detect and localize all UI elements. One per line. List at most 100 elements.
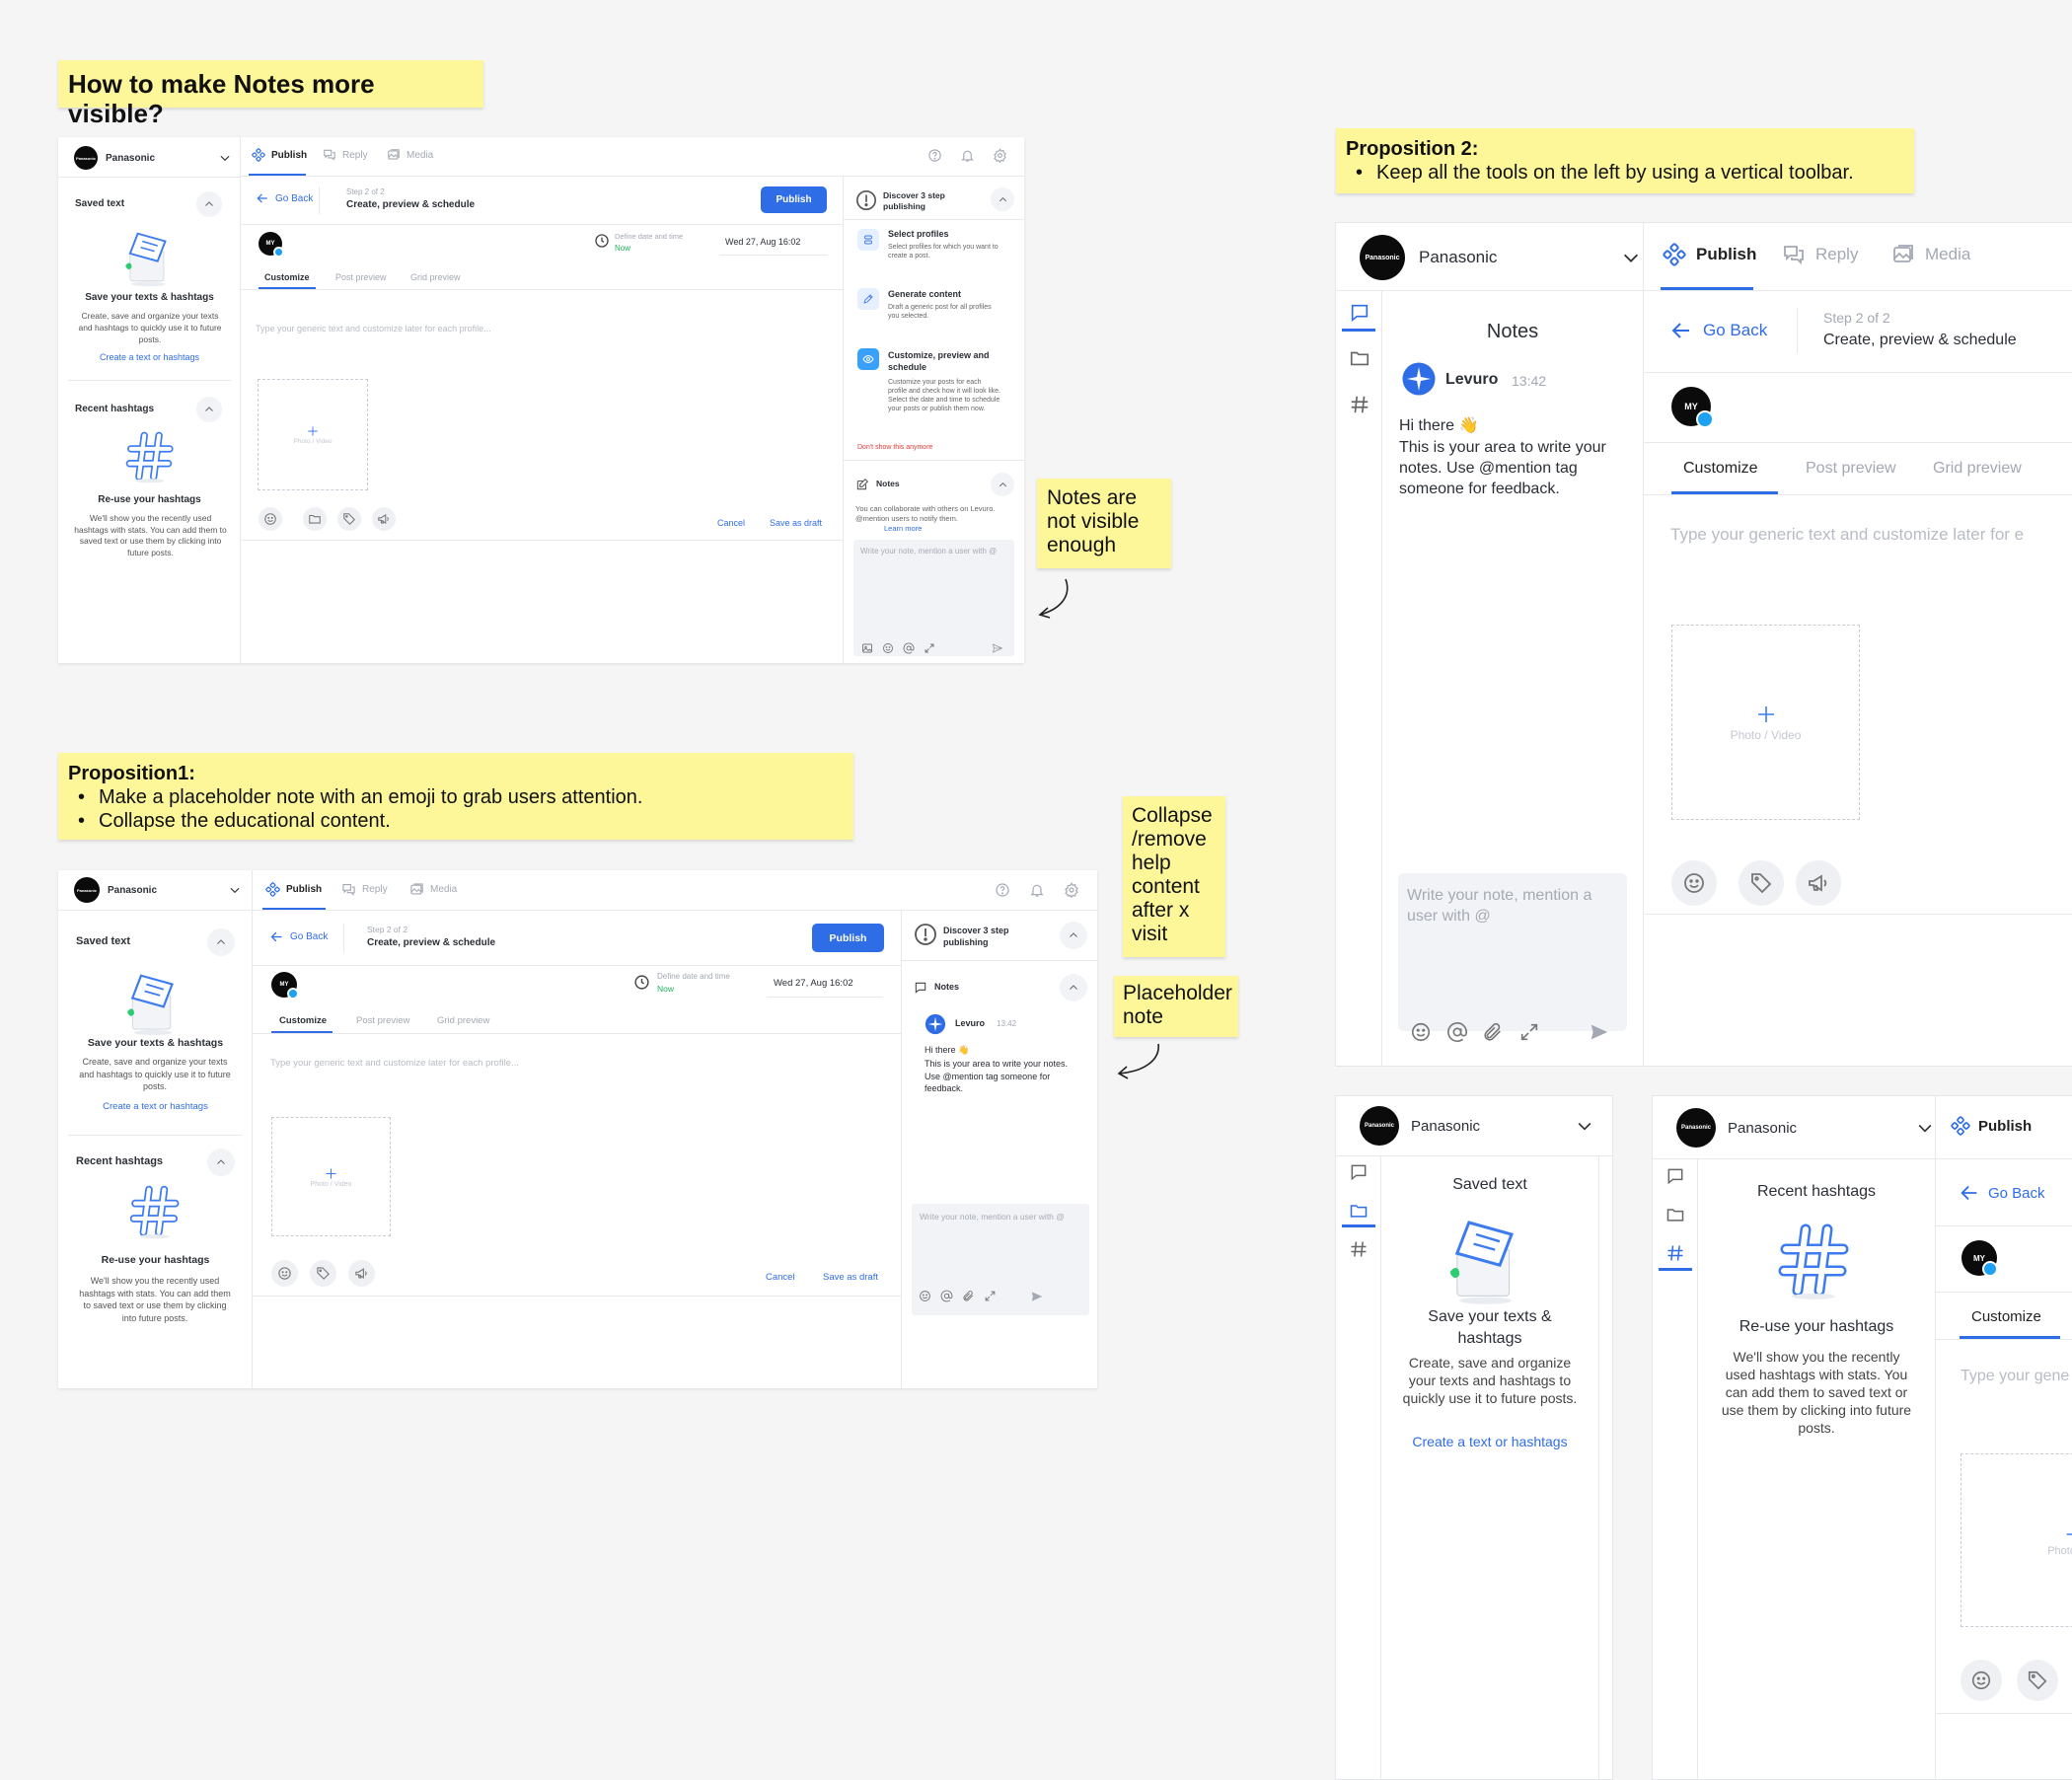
tab-customize[interactable]: Customize (264, 272, 310, 282)
save-draft-button[interactable]: Save as draft (823, 1272, 878, 1283)
tab-publish[interactable]: Publish (265, 882, 322, 897)
gear-icon[interactable] (1064, 882, 1079, 898)
post-text-input[interactable]: Type your gene (1961, 1368, 2069, 1385)
tab-post-preview[interactable]: Post preview (335, 272, 387, 282)
tab-reply[interactable]: Reply (341, 882, 388, 897)
expand-icon[interactable] (924, 642, 935, 654)
photo-video-dropzone[interactable]: Photo / Video (258, 379, 368, 490)
saved-text-button[interactable] (303, 507, 327, 531)
go-back-link[interactable]: Go Back (256, 191, 313, 205)
smile-icon[interactable] (882, 642, 894, 654)
send-icon[interactable] (1030, 1290, 1044, 1303)
at-icon[interactable] (903, 642, 915, 654)
send-icon[interactable] (1589, 1021, 1610, 1043)
save-draft-button[interactable]: Save as draft (770, 518, 822, 528)
announcement-button[interactable] (1796, 860, 1841, 906)
post-text-input[interactable]: Type your generic text and customize lat… (270, 1058, 519, 1069)
go-back-link[interactable]: Go Back (269, 929, 328, 944)
paperclip-icon[interactable] (962, 1290, 975, 1302)
announcement-button[interactable] (348, 1260, 375, 1287)
at-icon[interactable] (940, 1290, 953, 1302)
brand-selector[interactable]: Panasonic Panasonic (1676, 1104, 1935, 1151)
tab-post-preview[interactable]: Post preview (1806, 460, 1896, 478)
notes-chat-icon[interactable] (1349, 302, 1370, 324)
emoji-button[interactable] (1961, 1660, 2002, 1701)
collapse-notes-button[interactable] (1060, 974, 1087, 1001)
collapse-notes-button[interactable] (991, 473, 1014, 496)
tab-reply[interactable]: Reply (323, 148, 368, 162)
image-icon[interactable] (861, 642, 873, 654)
tab-media[interactable]: Media (387, 148, 433, 162)
tab-publish[interactable]: Publish (252, 148, 307, 162)
brand-selector[interactable]: Panasonic Panasonic (74, 143, 232, 173)
at-icon[interactable] (1446, 1021, 1468, 1043)
post-text-input[interactable]: Type your generic text and customize lat… (256, 324, 491, 334)
expand-icon[interactable] (1518, 1021, 1540, 1043)
smile-icon[interactable] (919, 1290, 931, 1302)
tag-button[interactable] (2017, 1660, 2058, 1701)
tab-grid-preview[interactable]: Grid preview (410, 272, 461, 282)
tab-grid-preview[interactable]: Grid preview (437, 1015, 489, 1026)
gear-icon[interactable] (993, 148, 1007, 163)
tab-media[interactable]: Media (1891, 243, 1970, 266)
publish-button[interactable]: Publish (761, 186, 827, 213)
publish-button[interactable]: Publish (812, 924, 884, 952)
collapse-saved-text-button[interactable] (207, 928, 235, 956)
collapse-discover-button[interactable] (991, 187, 1014, 211)
tab-customize[interactable]: Customize (279, 1015, 327, 1026)
tab-customize[interactable]: Customize (1971, 1308, 2041, 1325)
tab-publish[interactable]: Publish (1663, 243, 1756, 266)
note-input[interactable]: Write your note, mention a user with @ (912, 1204, 1089, 1315)
announcement-button[interactable] (372, 507, 396, 531)
bell-icon[interactable] (1029, 882, 1045, 898)
photo-video-dropzone[interactable]: Photo / Video (271, 1117, 391, 1236)
tag-button[interactable] (337, 507, 361, 531)
date-value[interactable]: Wed 27, Aug 16:02 (774, 978, 853, 989)
tab-reply[interactable]: Reply (1782, 243, 1858, 266)
note-input[interactable]: Write your note, mention a user with @ (1398, 873, 1627, 1031)
hashtag-icon[interactable] (1665, 1243, 1685, 1263)
collapse-saved-text-button[interactable] (196, 191, 222, 217)
help-icon[interactable] (995, 882, 1010, 898)
create-text-link[interactable]: Create a text or hashtags (68, 1101, 243, 1112)
help-icon[interactable] (927, 148, 942, 163)
photo-video-dropzone[interactable]: Photo / Vid (1961, 1453, 2072, 1627)
tab-media[interactable]: Media (409, 882, 457, 897)
dont-show-link[interactable]: Don't show this anymore (857, 444, 932, 451)
emoji-button[interactable] (271, 1260, 298, 1287)
bell-icon[interactable] (960, 148, 975, 163)
smile-icon[interactable] (1410, 1021, 1432, 1043)
learn-more-link[interactable]: Learn more (884, 524, 922, 533)
tab-grid-preview[interactable]: Grid preview (1933, 460, 2022, 478)
create-text-link[interactable]: Create a text or hashtags (68, 352, 231, 362)
brand-selector[interactable]: Panasonic Panasonic (74, 875, 242, 905)
brand-selector[interactable]: Panasonic Panasonic (1360, 231, 1642, 284)
folder-icon[interactable] (1349, 1201, 1369, 1221)
tab-publish[interactable]: Publish (1951, 1116, 2032, 1136)
brand-selector[interactable]: Panasonic Panasonic (1360, 1102, 1594, 1150)
note-input[interactable]: Write your note, mention a user with @ (853, 540, 1014, 656)
expand-icon[interactable] (984, 1290, 997, 1302)
date-value[interactable]: Wed 27, Aug 16:02 (725, 237, 800, 247)
folder-icon[interactable] (1665, 1205, 1685, 1224)
create-text-link[interactable]: Create a text or hashtags (1381, 1434, 1598, 1449)
notes-chat-icon[interactable] (1665, 1166, 1685, 1186)
folder-icon[interactable] (1349, 347, 1370, 369)
expand-discover-button[interactable] (1060, 922, 1087, 949)
go-back-link[interactable]: Go Back (1669, 319, 1767, 342)
tag-button[interactable] (310, 1260, 336, 1287)
tab-post-preview[interactable]: Post preview (356, 1015, 409, 1026)
paperclip-icon[interactable] (1482, 1021, 1504, 1043)
notes-chat-icon[interactable] (1349, 1162, 1369, 1182)
cancel-button[interactable]: Cancel (766, 1272, 795, 1283)
hashtag-icon[interactable] (1349, 394, 1370, 415)
tab-customize[interactable]: Customize (1683, 460, 1758, 478)
tag-button[interactable] (1739, 860, 1784, 906)
post-text-input[interactable]: Type your generic text and customize lat… (1670, 525, 2024, 545)
cancel-button[interactable]: Cancel (717, 518, 745, 528)
send-icon[interactable] (992, 642, 1003, 654)
emoji-button[interactable] (259, 507, 282, 531)
collapse-hashtags-button[interactable] (207, 1149, 235, 1176)
photo-video-dropzone[interactable]: Photo / Video (1671, 625, 1860, 820)
hashtag-icon[interactable] (1349, 1239, 1369, 1259)
